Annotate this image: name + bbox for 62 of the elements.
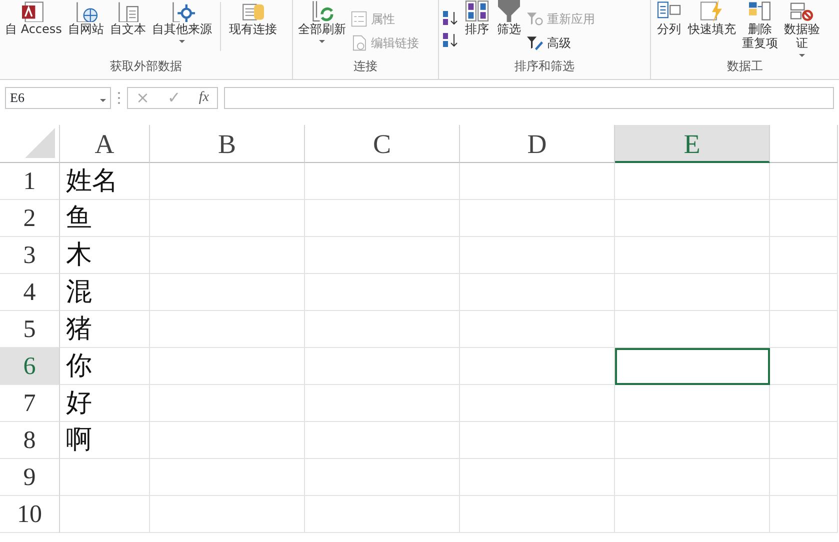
column-header[interactable]: A (60, 125, 150, 163)
funnel-icon (526, 11, 544, 27)
grid-cell (770, 311, 838, 348)
row-header[interactable]: 8 (0, 422, 60, 459)
cell-text: 猪 (60, 311, 150, 348)
ribbon-button[interactable]: 分列 (654, 0, 684, 57)
cell-text: 混 (60, 274, 150, 311)
ribbon-button[interactable]: 自其他来源 (150, 0, 214, 57)
active-cell[interactable] (615, 348, 770, 385)
ribbon-button[interactable]: 快速填充 (686, 0, 738, 57)
caret-icon (100, 98, 106, 102)
grid-cell (770, 237, 838, 274)
group-label: 排序和筛选 (514, 58, 576, 75)
grip-icon[interactable] (117, 91, 121, 105)
column-header[interactable]: B (150, 125, 305, 163)
name-box[interactable]: E6 (5, 87, 111, 109)
funnel-icon (526, 35, 544, 51)
row-header[interactable]: 9 (0, 459, 60, 496)
row-header[interactable]: 4 (0, 274, 60, 311)
grid-cell (770, 274, 838, 311)
formula-button[interactable]: fx (198, 88, 209, 108)
group-label: 数据工 (726, 58, 764, 75)
grid-cell (770, 422, 838, 459)
funnel-icon (496, 0, 522, 22)
cell-text: 啊 (60, 422, 150, 459)
sort-ascending-icon[interactable] (442, 10, 460, 26)
ribbon-button[interactable]: 排序 (462, 0, 492, 57)
ribbon-button[interactable]: 全部刷新 (296, 0, 348, 57)
grid-cell (770, 385, 838, 422)
row-header[interactable]: 3 (0, 237, 60, 274)
cell-text: 姓名 (60, 163, 150, 200)
row-header[interactable]: 7 (0, 385, 60, 422)
list-icon (350, 11, 368, 27)
ribbon-button[interactable]: 自文本 (108, 0, 148, 57)
formula-field[interactable] (224, 87, 834, 109)
row-header[interactable]: 6 (0, 348, 60, 385)
cell-text: 木 (60, 237, 150, 274)
grid-cell (770, 459, 838, 496)
sort-descending-icon[interactable] (442, 32, 460, 48)
ribbon-button[interactable]: 自 Access (3, 0, 64, 57)
column-header[interactable]: E (615, 125, 770, 163)
ribbon-button[interactable]: 筛选 (494, 0, 524, 57)
cell-text: 好 (60, 385, 150, 422)
ribbon-button[interactable]: 删除 重复项 (740, 0, 780, 57)
document-icon (350, 35, 368, 51)
cell-text: 鱼 (60, 200, 150, 237)
ribbon-button[interactable]: 数据验 证 (782, 0, 822, 57)
grid-cell (770, 200, 838, 237)
row-header[interactable]: 1 (0, 163, 60, 200)
row-header[interactable]: 10 (0, 496, 60, 533)
grid-cell (770, 348, 838, 385)
group-label: 获取外部数据 (109, 58, 183, 75)
row-header[interactable]: 2 (0, 200, 60, 237)
ribbon-button[interactable]: 高级 (526, 34, 595, 52)
ribbon-button[interactable]: 现有连接 (226, 0, 279, 57)
grid-cell (770, 496, 838, 533)
grid-cell (770, 163, 838, 200)
column-header[interactable]: C (305, 125, 460, 163)
column-header[interactable] (770, 125, 838, 163)
cell-text: 你 (60, 348, 150, 385)
group-label: 连接 (352, 58, 378, 75)
ribbon-button[interactable]: 自网站 (66, 0, 106, 57)
